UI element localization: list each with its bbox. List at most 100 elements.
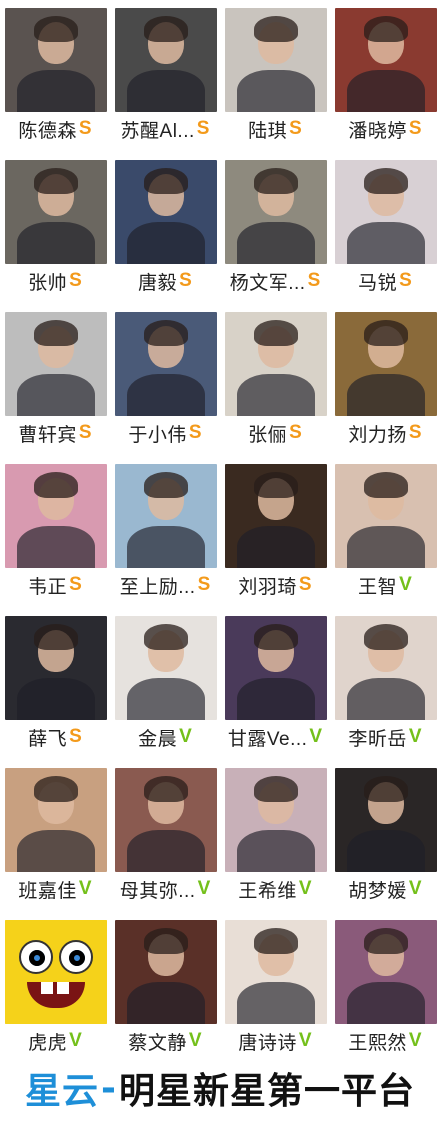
celebrity-name[interactable]: 马锐 xyxy=(358,268,397,295)
celebrity-card[interactable]: 至上励... S xyxy=(110,456,220,608)
celebrity-card[interactable]: 王希维 V xyxy=(220,760,330,912)
avatar[interactable] xyxy=(115,464,217,568)
celebrity-card[interactable]: 母其弥... V xyxy=(110,760,220,912)
avatar[interactable] xyxy=(115,160,217,264)
celebrity-name[interactable]: 唐诗诗 xyxy=(238,1028,297,1055)
avatar[interactable] xyxy=(115,768,217,872)
celebrity-card[interactable]: 刘羽琦 S xyxy=(220,456,330,608)
card-caption: 王希维 V xyxy=(220,876,330,902)
celebrity-name[interactable]: 张帅 xyxy=(28,268,67,295)
avatar[interactable] xyxy=(225,8,327,112)
avatar[interactable] xyxy=(335,768,437,872)
celebrity-name[interactable]: 曹轩宾 xyxy=(18,420,77,447)
celebrity-card[interactable]: 曹轩宾 S xyxy=(0,304,110,456)
celebrity-name[interactable]: 刘力扬 xyxy=(348,420,407,447)
celebrity-name[interactable]: 蔡文静 xyxy=(128,1028,187,1055)
celebrity-card[interactable]: 唐诗诗 V xyxy=(220,912,330,1064)
avatar[interactable] xyxy=(335,160,437,264)
celebrity-card[interactable]: 李昕岳 V xyxy=(330,608,440,760)
celebrity-name[interactable]: 刘羽琦 xyxy=(238,572,297,599)
celebrity-name[interactable]: 杨文军... xyxy=(230,268,306,295)
level-badge: S xyxy=(196,118,210,139)
celebrity-name[interactable]: 母其弥... xyxy=(120,876,196,903)
celebrity-card[interactable]: 张帅 S xyxy=(0,152,110,304)
celebrity-name[interactable]: 薛飞 xyxy=(28,724,67,751)
card-caption: 唐诗诗 V xyxy=(220,1028,330,1054)
celebrity-name[interactable]: 金晨 xyxy=(138,724,177,751)
celebrity-card[interactable]: 刘力扬 S xyxy=(330,304,440,456)
avatar[interactable] xyxy=(115,920,217,1024)
celebrity-card[interactable]: 韦正 S xyxy=(0,456,110,608)
celebrity-card[interactable]: 金晨 V xyxy=(110,608,220,760)
celebrity-card[interactable]: 于小伟 S xyxy=(110,304,220,456)
celebrity-card[interactable]: 张俪 S xyxy=(220,304,330,456)
celebrity-card[interactable]: 陈德森 S xyxy=(0,0,110,152)
celebrity-name[interactable]: 韦正 xyxy=(28,572,67,599)
celebrity-card[interactable]: 薛飞 S xyxy=(0,608,110,760)
celebrity-name[interactable]: 虎虎 xyxy=(28,1028,67,1055)
avatar[interactable] xyxy=(335,464,437,568)
celebrity-card[interactable]: 王熙然 V xyxy=(330,912,440,1064)
level-badge: S xyxy=(69,726,82,747)
avatar[interactable] xyxy=(5,616,107,720)
avatar[interactable] xyxy=(5,312,107,416)
card-caption: 至上励... S xyxy=(110,572,220,598)
avatar[interactable] xyxy=(225,464,327,568)
avatar[interactable] xyxy=(335,920,437,1024)
celebrity-card[interactable]: 唐毅 S xyxy=(110,152,220,304)
level-badge: S xyxy=(179,270,192,291)
celebrity-name[interactable]: 至上励... xyxy=(120,572,196,599)
avatar[interactable] xyxy=(335,616,437,720)
celebrity-card[interactable]: 苏醒Al... S xyxy=(110,0,220,152)
celebrity-name[interactable]: 甘露Ve... xyxy=(228,724,308,751)
celebrity-name[interactable]: 苏醒Al... xyxy=(121,116,195,143)
avatar[interactable] xyxy=(225,920,327,1024)
card-caption: 王熙然 V xyxy=(330,1028,440,1054)
avatar[interactable] xyxy=(225,312,327,416)
celebrity-name[interactable]: 王希维 xyxy=(238,876,297,903)
avatar[interactable] xyxy=(5,160,107,264)
avatar[interactable] xyxy=(225,768,327,872)
celebrity-name[interactable]: 王智 xyxy=(358,572,397,599)
celebrity-name[interactable]: 唐毅 xyxy=(138,268,177,295)
celebrity-name[interactable]: 王熙然 xyxy=(348,1028,407,1055)
celebrity-card[interactable]: 甘露Ve... V xyxy=(220,608,330,760)
avatar[interactable] xyxy=(335,312,437,416)
avatar[interactable] xyxy=(115,312,217,416)
card-caption: 刘力扬 S xyxy=(330,420,440,446)
celebrity-card[interactable]: 马锐 S xyxy=(330,152,440,304)
celebrity-name[interactable]: 李昕岳 xyxy=(348,724,407,751)
avatar[interactable] xyxy=(5,768,107,872)
celebrity-card[interactable]: 胡梦媛 V xyxy=(330,760,440,912)
celebrity-card[interactable]: 杨文军... S xyxy=(220,152,330,304)
avatar[interactable] xyxy=(335,8,437,112)
avatar[interactable] xyxy=(115,616,217,720)
level-badge: V xyxy=(309,726,323,747)
level-badge: V xyxy=(298,878,312,899)
card-caption: 苏醒Al... S xyxy=(110,116,220,142)
celebrity-name[interactable]: 潘晓婷 xyxy=(348,116,407,143)
celebrity-name[interactable]: 陆琪 xyxy=(248,116,287,143)
avatar[interactable] xyxy=(5,464,107,568)
celebrity-name[interactable]: 胡梦媛 xyxy=(348,876,407,903)
level-badge: S xyxy=(69,574,82,595)
avatar[interactable] xyxy=(225,616,327,720)
celebrity-card[interactable]: 王智 V xyxy=(330,456,440,608)
level-badge: S xyxy=(289,118,302,139)
celebrity-card[interactable]: 潘晓婷 S xyxy=(330,0,440,152)
avatar[interactable] xyxy=(5,8,107,112)
celebrity-card[interactable]: 蔡文静 V xyxy=(110,912,220,1064)
card-caption: 张帅 S xyxy=(0,268,110,294)
celebrity-name[interactable]: 张俪 xyxy=(248,420,287,447)
celebrity-card[interactable]: 虎虎 V xyxy=(0,912,110,1064)
celebrity-name[interactable]: 班嘉佳 xyxy=(18,876,77,903)
brand-separator: - xyxy=(101,1067,117,1109)
celebrity-name[interactable]: 陈德森 xyxy=(18,116,77,143)
celebrity-card[interactable]: 班嘉佳 V xyxy=(0,760,110,912)
avatar[interactable] xyxy=(225,160,327,264)
celebrity-card[interactable]: 陆琪 S xyxy=(220,0,330,152)
avatar[interactable] xyxy=(5,920,107,1024)
celebrity-name[interactable]: 于小伟 xyxy=(128,420,187,447)
level-badge: V xyxy=(408,878,422,899)
avatar[interactable] xyxy=(115,8,217,112)
